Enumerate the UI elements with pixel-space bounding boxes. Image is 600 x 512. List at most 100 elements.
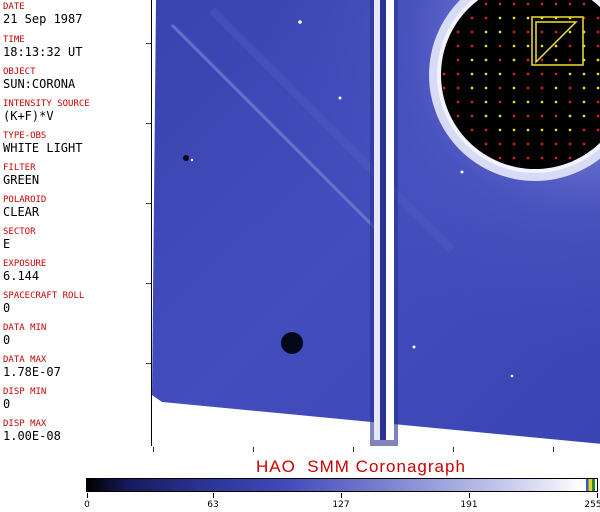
grid-dot-red bbox=[540, 114, 544, 118]
grid-dot-yellow bbox=[596, 86, 600, 90]
grid-dot-red bbox=[554, 72, 558, 76]
grid-dot-red bbox=[512, 142, 516, 146]
colorbar-tick bbox=[87, 493, 88, 498]
grid-dot-red bbox=[568, 2, 572, 6]
grid-dot-yellow bbox=[526, 100, 530, 104]
grid-dot-red bbox=[540, 30, 544, 34]
type-obs-field: TYPE-OBS WHITE LIGHT bbox=[3, 131, 151, 155]
time-value: 18:13:32 UT bbox=[3, 45, 83, 59]
exposure-value: 6.144 bbox=[3, 269, 40, 283]
data-min-value: 0 bbox=[3, 333, 11, 347]
grid-dot-yellow bbox=[512, 58, 516, 62]
grid-dot-red bbox=[540, 156, 544, 160]
grid-dot-yellow bbox=[498, 30, 502, 34]
grid-dot-yellow bbox=[512, 16, 516, 20]
grid-dot-red bbox=[526, 86, 530, 90]
bright-speck bbox=[412, 345, 416, 349]
sector-field: SECTOR E bbox=[3, 227, 151, 251]
grid-dot-red bbox=[470, 114, 474, 118]
grid-dot-yellow bbox=[484, 86, 488, 90]
axis-tick bbox=[146, 363, 151, 364]
grid-dot-yellow bbox=[484, 100, 488, 104]
grid-dot-red bbox=[568, 44, 572, 48]
grid-dot-yellow bbox=[554, 58, 558, 62]
grid-dot-yellow bbox=[512, 128, 516, 132]
grid-dot-yellow bbox=[554, 128, 558, 132]
grid-dot-yellow bbox=[526, 16, 530, 20]
time-label: TIME bbox=[3, 35, 25, 45]
grid-dot-red bbox=[554, 114, 558, 118]
grid-dot-yellow bbox=[470, 58, 474, 62]
grid-dot-red bbox=[498, 86, 502, 90]
grid-dot-red bbox=[484, 16, 488, 20]
grid-dot-yellow bbox=[540, 100, 544, 104]
grid-dot-red bbox=[554, 30, 558, 34]
grid-dot-yellow bbox=[512, 44, 516, 48]
grid-dot-red bbox=[498, 100, 502, 104]
grid-dot-yellow bbox=[484, 58, 488, 62]
colorbar-end-swatch bbox=[586, 479, 595, 491]
exposure-field: EXPOSURE 6.144 bbox=[3, 259, 151, 283]
grid-dot-red bbox=[512, 2, 516, 6]
grid-dot-red bbox=[526, 58, 530, 62]
grid-dot-red bbox=[498, 142, 502, 146]
grid-dot-red bbox=[596, 30, 600, 34]
disp-min-field: DISP MIN 0 bbox=[3, 387, 151, 411]
polaroid-value: CLEAR bbox=[3, 205, 40, 219]
grid-dot-red bbox=[526, 2, 530, 6]
grid-dot-red bbox=[484, 2, 488, 6]
grid-dot-red bbox=[582, 2, 586, 6]
grid-dot-yellow bbox=[540, 44, 544, 48]
filter-value: GREEN bbox=[3, 173, 40, 187]
grid-dot-red bbox=[456, 72, 460, 76]
grid-dot-red bbox=[470, 100, 474, 104]
grid-dot-red bbox=[568, 58, 572, 62]
bright-speck bbox=[510, 374, 514, 378]
dust-spot-large bbox=[281, 332, 303, 354]
grid-dot-red bbox=[596, 100, 600, 104]
disp-max-value: 1.00E-08 bbox=[3, 429, 61, 443]
time-field: TIME 18:13:32 UT bbox=[3, 35, 151, 59]
colorbar-tick bbox=[213, 493, 214, 498]
grid-dot-red bbox=[456, 100, 460, 104]
type-obs-label: TYPE-OBS bbox=[3, 131, 47, 141]
grid-dot-yellow bbox=[596, 58, 600, 62]
filter-field: FILTER GREEN bbox=[3, 163, 151, 187]
bright-speck bbox=[298, 20, 302, 24]
grid-dot-yellow bbox=[484, 72, 488, 76]
metadata-panel: DATE 21 Sep 1987 TIME 18:13:32 UT OBJECT… bbox=[0, 0, 152, 446]
grid-dot-yellow bbox=[554, 100, 558, 104]
grid-dot-red bbox=[568, 100, 572, 104]
grid-dot-red bbox=[540, 58, 544, 62]
axis-tick bbox=[153, 447, 154, 452]
grid-dot-yellow bbox=[568, 128, 572, 132]
data-min-label: DATA MIN bbox=[3, 323, 47, 333]
grid-dot-red bbox=[512, 72, 516, 76]
coronagraph-svg bbox=[152, 0, 600, 446]
object-value: SUN:CORONA bbox=[3, 77, 76, 91]
spacecraft-roll-field: SPACECRAFT ROLL 0 bbox=[3, 291, 151, 315]
grid-dot-red bbox=[498, 2, 502, 6]
grid-dot-red bbox=[470, 30, 474, 34]
data-max-field: DATA MAX 1.78E-07 bbox=[3, 355, 151, 379]
grid-dot-red bbox=[568, 142, 572, 146]
grid-dot-yellow bbox=[498, 128, 502, 132]
date-value: 21 Sep 1987 bbox=[3, 12, 83, 26]
grid-dot-yellow bbox=[512, 100, 516, 104]
grid-dot-red bbox=[554, 156, 558, 160]
grid-dot-red bbox=[568, 86, 572, 90]
data-max-value: 1.78E-07 bbox=[3, 365, 61, 379]
grid-dot-yellow bbox=[582, 86, 586, 90]
colorbar-tick-label: 127 bbox=[332, 500, 350, 510]
grid-dot-red bbox=[540, 72, 544, 76]
colorbar-tick-label: 0 bbox=[84, 500, 90, 510]
grid-dot-red bbox=[442, 86, 446, 90]
grid-dot-red bbox=[498, 58, 502, 62]
bright-speck bbox=[338, 96, 342, 100]
grid-dot-red bbox=[470, 16, 474, 20]
grid-dot-red bbox=[596, 16, 600, 20]
grid-dot-yellow bbox=[582, 100, 586, 104]
grid-dot-yellow bbox=[582, 72, 586, 76]
intensity-source-label: INTENSITY SOURCE bbox=[3, 99, 90, 109]
grid-dot-red bbox=[512, 156, 516, 160]
